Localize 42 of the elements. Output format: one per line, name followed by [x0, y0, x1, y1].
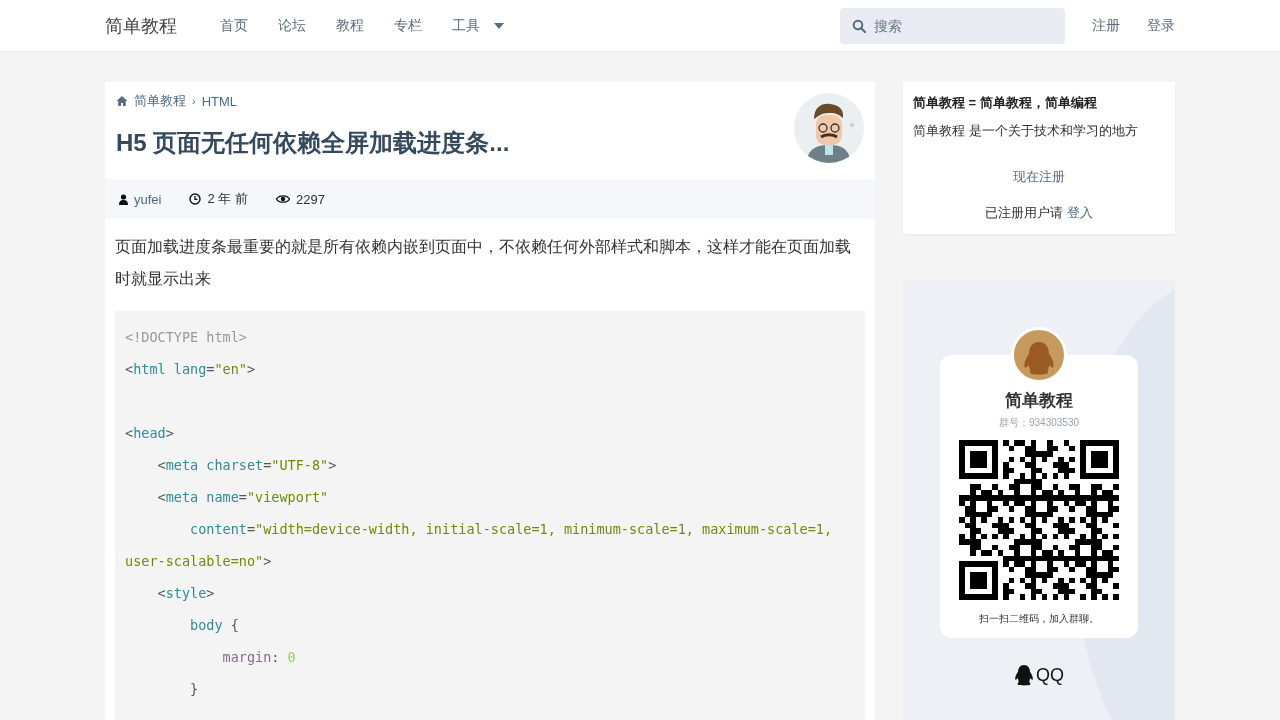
intro-paragraph: 页面加载进度条最重要的就是所有依赖内嵌到页面中，不依赖任何外部样式和脚本，这样才能在页面加载时就显示出来 [115, 237, 852, 289]
auth-link[interactable]: 登录 [1147, 16, 1175, 35]
search-field[interactable]: 搜索 [840, 7, 1065, 44]
qr-caption: 扫一扫二维码，加入群聊。 [979, 612, 1099, 626]
auth-link[interactable]: 注册 [1092, 16, 1120, 35]
clock-icon [189, 193, 202, 205]
code-line: margin: 0 [221, 648, 297, 667]
breadcrumb-link[interactable]: 简单教程 [134, 92, 186, 110]
code-line: content="width=device-width, initial-scale=1, minimum-scale=1, maximum-scale=1, [189, 520, 834, 539]
user-icon [119, 193, 128, 205]
group-name: 简单教程 [1005, 390, 1073, 412]
group-number: 群号：934303530 [998, 416, 1080, 430]
code-line: <!DOCTYPE html> [125, 328, 248, 347]
nav-link[interactable]: 首页 [205, 16, 263, 35]
code-line: <head> [125, 424, 175, 443]
article-title: H5 页面无任何依赖全屏加载进度条... [116, 128, 511, 158]
nav-link[interactable]: 教程 [321, 16, 379, 35]
qq-label: QQ [1036, 664, 1064, 686]
sidebar-tagline: 简单教程 是一个关于技术和学习的地方 [913, 122, 1139, 140]
code-line: body { [189, 616, 240, 635]
code-line: <meta charset="UTF-8"> [156, 456, 338, 475]
penguin-icon [1014, 664, 1034, 686]
nav-link[interactable]: 论坛 [263, 16, 321, 35]
login-prompt: 已注册用户请 登入 [984, 204, 1094, 222]
code-line: <html lang="en"> [125, 360, 257, 379]
site-logo[interactable]: 简单教程 [105, 13, 177, 38]
eye-icon [275, 194, 290, 204]
login-link[interactable]: 登入 [1066, 205, 1093, 220]
code-line: user-scalable=no"> [125, 552, 273, 571]
sidebar-heading: 简单教程 = 简单教程，简单编程 [913, 94, 1098, 112]
home-icon[interactable] [116, 95, 128, 107]
view-count: 2297 [295, 191, 325, 207]
code-line: } [189, 680, 200, 699]
nav-link[interactable]: 工具 [437, 16, 519, 35]
breadcrumb-link[interactable]: HTML [201, 93, 238, 109]
post-time: 2 年 前 [207, 190, 248, 208]
register-link[interactable]: 现在注册 [913, 168, 1165, 186]
nav-link[interactable]: 专栏 [379, 16, 437, 35]
author-link[interactable]: yufei [134, 191, 162, 207]
code-line: <meta name="viewport" [156, 488, 330, 507]
code-line: <style> [156, 584, 216, 603]
breadcrumb-separator: › [192, 95, 196, 107]
